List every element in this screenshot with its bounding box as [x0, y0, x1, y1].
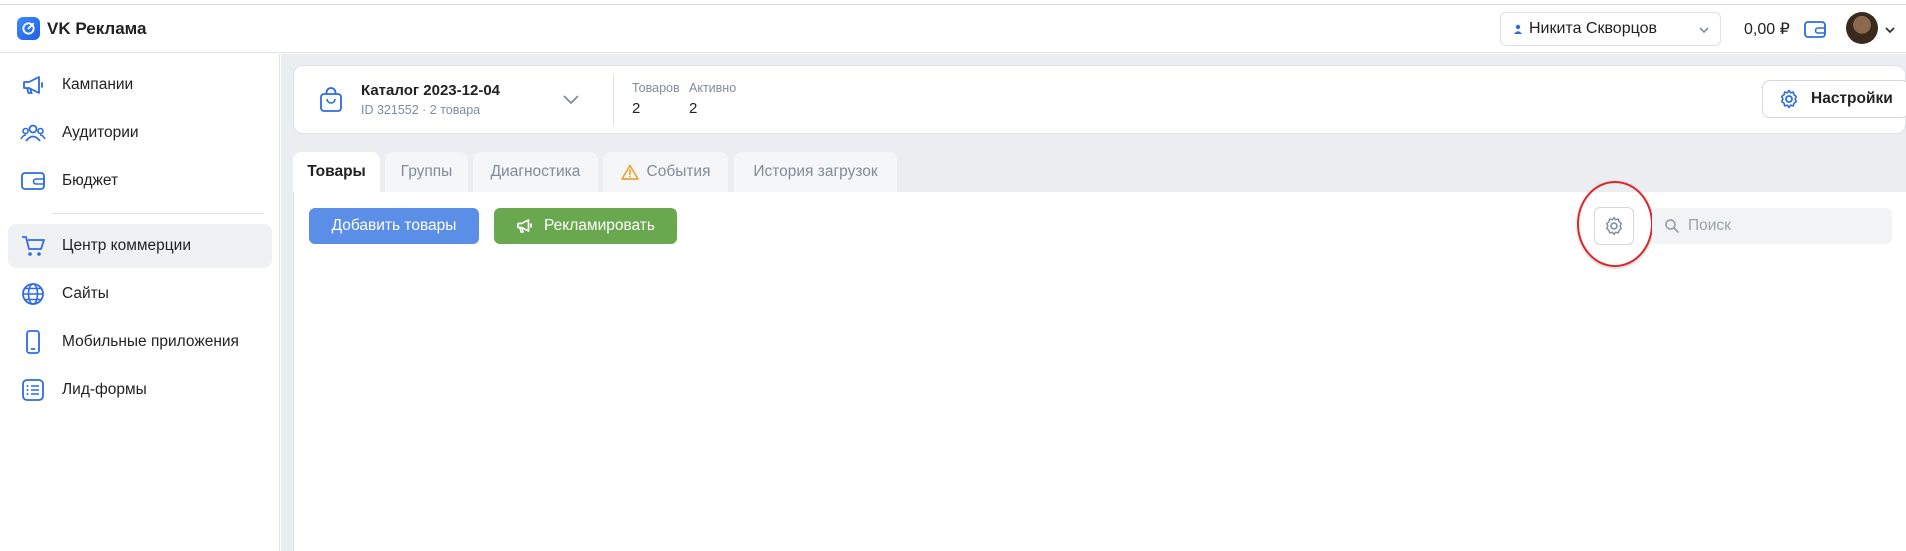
sidebar-item-sites[interactable]: Сайты [8, 272, 272, 316]
logo[interactable]: VK Реклама [17, 17, 147, 40]
warning-icon [620, 164, 639, 180]
tab-groups[interactable]: Группы [385, 152, 468, 192]
sidebar-item-budget[interactable]: Бюджет [8, 159, 272, 203]
main-content: Каталог 2023-12-04 ID 321552 · 2 товара … [281, 54, 1906, 551]
add-products-label: Добавить товары [331, 217, 457, 234]
sidebar-item-label: Бюджет [62, 172, 119, 189]
divider [613, 74, 614, 126]
promote-button[interactable]: Рекламировать [494, 208, 677, 244]
tab-events[interactable]: События [603, 152, 728, 192]
chevron-down-icon [1699, 27, 1709, 34]
chevron-down-icon[interactable] [1884, 25, 1896, 35]
tab-label: Товары [307, 163, 366, 180]
sidebar-item-label: Аудитории [62, 124, 139, 141]
shopping-bag-icon [320, 87, 342, 112]
tab-upload-history[interactable]: История загрузок [734, 152, 897, 192]
catalog-title: Каталог 2023-12-04 [361, 82, 501, 99]
tab-label: Диагностика [490, 163, 581, 180]
vk-ads-logo-icon [17, 17, 40, 40]
stat-value: 2 [689, 100, 698, 117]
sidebar: Кампании Аудитории Бюджет Центр коммерци… [0, 54, 280, 551]
sidebar-divider [52, 213, 264, 214]
sidebar-item-audiences[interactable]: Аудитории [8, 111, 272, 155]
megaphone-icon [23, 76, 43, 94]
stat-products: Товаров 2 [632, 81, 680, 117]
add-products-button[interactable]: Добавить товары [309, 208, 479, 244]
account-name: Никита Скворцов [1529, 20, 1657, 37]
search-box[interactable] [1652, 208, 1892, 244]
sidebar-item-label: Лид-формы [62, 381, 147, 398]
tab-products[interactable]: Товары [293, 152, 380, 192]
sidebar-item-campaigns[interactable]: Кампании [8, 63, 272, 107]
promote-label: Рекламировать [544, 217, 655, 234]
gear-icon [1780, 89, 1798, 109]
stat-label: Активно [689, 81, 737, 95]
tab-diagnostics[interactable]: Диагностика [473, 152, 598, 192]
list-icon [22, 379, 44, 401]
catalog-card: Каталог 2023-12-04 ID 321552 · 2 товара … [293, 65, 1906, 134]
tab-label: История загрузок [753, 163, 878, 180]
stat-active: Активно 2 [689, 81, 736, 117]
sidebar-item-mobile-apps[interactable]: Мобильные приложения [8, 320, 272, 364]
smartphone-icon [26, 330, 40, 354]
avatar[interactable] [1846, 12, 1878, 44]
tab-label: Группы [400, 163, 453, 180]
sidebar-item-label: Мобильные приложения [62, 333, 239, 350]
sidebar-item-lead-forms[interactable]: Лид-формы [8, 368, 272, 412]
wallet-icon[interactable] [1803, 18, 1827, 40]
chevron-down-icon[interactable] [562, 92, 580, 106]
megaphone-icon [517, 219, 532, 233]
stat-label: Товаров [632, 81, 680, 95]
catalog-subtitle: ID 321552 · 2 товара [361, 103, 481, 117]
users-icon [20, 124, 46, 142]
wallet-icon [21, 172, 45, 190]
search-input[interactable] [1688, 217, 1878, 235]
search-icon [1665, 219, 1679, 233]
person-icon [1514, 24, 1522, 34]
products-panel: Добавить товары Рекламировать [293, 181, 1906, 551]
globe-icon [22, 283, 44, 305]
settings-button-label: Настройки [1811, 90, 1893, 107]
sidebar-item-commerce-center[interactable]: Центр коммерции [8, 224, 272, 268]
cart-icon [22, 236, 45, 256]
balance: 0,00 ₽ [1744, 21, 1790, 38]
highlight-circle [1577, 181, 1653, 267]
account-select[interactable]: Никита Скворцов [1500, 12, 1721, 46]
sidebar-item-label: Кампании [62, 76, 134, 93]
tab-label: События [646, 163, 711, 180]
sidebar-item-label: Центр коммерции [62, 237, 191, 254]
logo-text: VK Реклама [47, 18, 147, 38]
stat-value: 2 [632, 100, 641, 117]
sidebar-item-label: Сайты [62, 285, 109, 302]
settings-button[interactable]: Настройки [1762, 80, 1906, 118]
app-header: VK Реклама Никита Скворцов 0,00 ₽ [0, 5, 1906, 53]
